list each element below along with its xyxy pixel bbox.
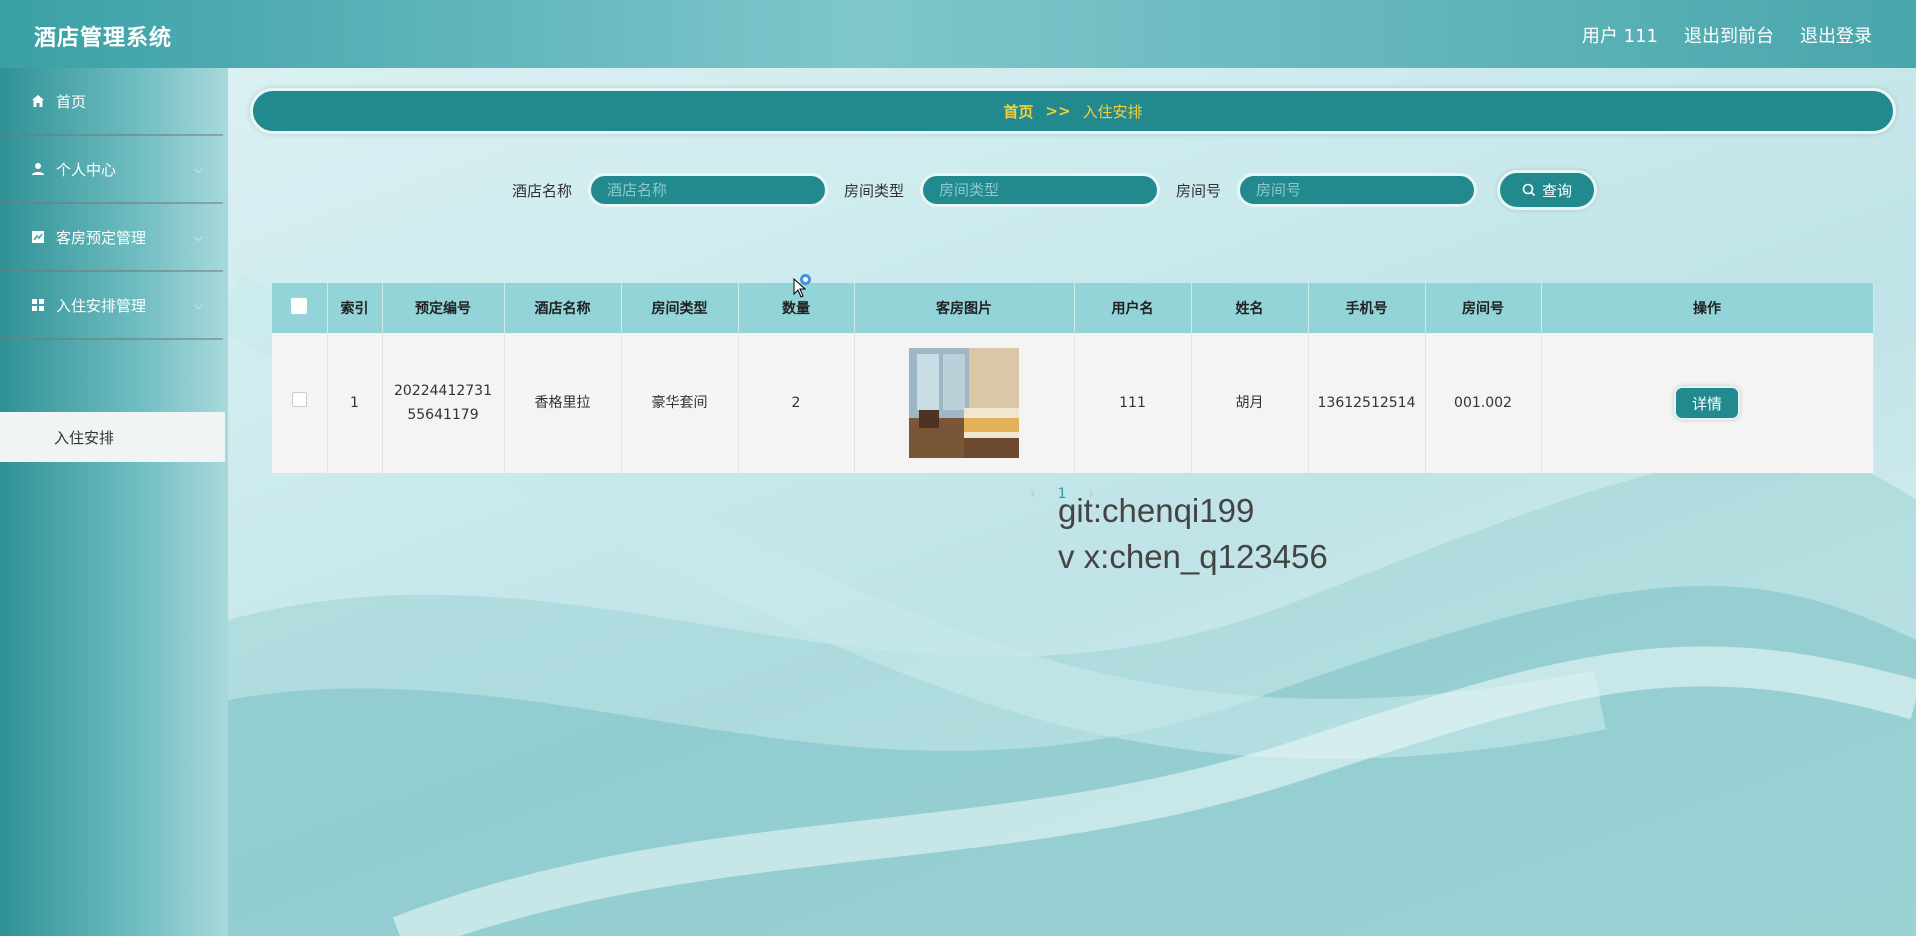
- action-cell: 详情: [1541, 333, 1874, 473]
- room-number-input[interactable]: [1237, 173, 1478, 207]
- phone-cell: 13612512514: [1308, 333, 1426, 473]
- search-icon: [1522, 183, 1536, 197]
- breadcrumb-current: 入住安排: [1082, 102, 1143, 121]
- select-all-checkbox[interactable]: [291, 298, 308, 314]
- search-form: 酒店名称 房间类型 房间号 查询: [512, 170, 1598, 210]
- sidebar-item-label: 首页: [56, 92, 87, 111]
- select-all-cell: [272, 283, 328, 333]
- room-image-cell: [854, 333, 1075, 473]
- sidebar-item-personal-center[interactable]: 个人中心 ⌵: [0, 136, 223, 204]
- detail-button[interactable]: 详情: [1674, 386, 1740, 420]
- back-to-front-link[interactable]: 退出到前台: [1684, 22, 1774, 48]
- room-type-cell: 豪华套间: [621, 333, 739, 473]
- mouse-cursor-icon: [793, 278, 807, 298]
- hotel-name-input[interactable]: [588, 173, 829, 207]
- search-button[interactable]: 查询: [1497, 170, 1598, 210]
- column-header: 索引: [327, 283, 383, 333]
- home-icon: [30, 93, 46, 109]
- watermark-text: git:chenqi199 v x:chen_q123456: [1058, 488, 1328, 580]
- row-checkbox[interactable]: [291, 392, 307, 407]
- column-header: 房间类型: [621, 283, 739, 333]
- column-header: 用户名: [1074, 283, 1192, 333]
- breadcrumb-separator: >>: [1045, 102, 1071, 120]
- breadcrumb: 首页 >> 入住安排: [250, 88, 1896, 134]
- index-cell: 1: [327, 333, 383, 473]
- hotel-name-cell: 香格里拉: [504, 333, 622, 473]
- current-user-label[interactable]: 用户 111: [1582, 22, 1658, 48]
- search-button-label: 查询: [1542, 181, 1573, 200]
- room-number-label: 房间号: [1176, 181, 1222, 200]
- chevron-down-icon: ⌵: [193, 162, 203, 176]
- sidebar-item-home[interactable]: 首页: [0, 68, 223, 136]
- column-header: 酒店名称: [504, 283, 622, 333]
- chevron-down-icon: ⌵: [193, 230, 203, 244]
- grid-icon: [30, 297, 46, 313]
- column-header: 预定编号: [382, 283, 505, 333]
- breadcrumb-home[interactable]: 首页: [1003, 101, 1033, 122]
- column-header: 姓名: [1191, 283, 1309, 333]
- sidebar-item-label: 客房预定管理: [56, 228, 147, 247]
- checkin-table: 索引 预定编号 酒店名称 房间类型 数量 客房图片 用户名 姓名 手机号 房间号…: [272, 283, 1874, 473]
- table-header-row: 索引 预定编号 酒店名称 房间类型 数量 客房图片 用户名 姓名 手机号 房间号…: [272, 283, 1874, 333]
- column-header: 客房图片: [854, 283, 1075, 333]
- watermark-line: v x:chen_q123456: [1058, 538, 1328, 575]
- column-header: 操作: [1541, 283, 1874, 333]
- sidebar-item-checkin-management[interactable]: 入住安排管理 ⌵: [0, 272, 223, 340]
- column-header: 手机号: [1308, 283, 1426, 333]
- chevron-down-icon: ⌵: [193, 298, 203, 312]
- sidebar-item-label: 个人中心: [56, 160, 117, 179]
- logout-link[interactable]: 退出登录: [1800, 22, 1872, 48]
- room-type-label: 房间类型: [844, 181, 905, 200]
- table-row: 1 2022441273155641179 香格里拉 豪华套间 2 111 胡月…: [272, 333, 1874, 473]
- hotel-name-label: 酒店名称: [512, 181, 573, 200]
- quantity-cell: 2: [738, 333, 855, 473]
- chart-icon: [30, 229, 46, 245]
- sidebar: 首页 个人中心 ⌵ 客房预定管理 ⌵ 入住安排管理 ⌵ 入住安排: [0, 68, 228, 936]
- room-number-cell: 001.002: [1425, 333, 1542, 473]
- column-header: 房间号: [1425, 283, 1542, 333]
- username-cell: 111: [1074, 333, 1192, 473]
- sidebar-item-room-booking[interactable]: 客房预定管理 ⌵: [0, 204, 223, 272]
- row-select-cell: [272, 333, 328, 473]
- room-type-input[interactable]: [920, 173, 1161, 207]
- watermark-line: git:chenqi199: [1058, 492, 1255, 529]
- header-links: 用户 111 退出到前台 退出登录: [1582, 22, 1872, 48]
- sidebar-item-label: 入住安排管理: [56, 296, 147, 315]
- sidebar-subitem-checkin[interactable]: 入住安排: [0, 412, 225, 462]
- user-icon: [30, 161, 46, 177]
- name-cell: 胡月: [1191, 333, 1309, 473]
- order-number-cell: 2022441273155641179: [382, 333, 505, 473]
- top-header: 酒店管理系统 用户 111 退出到前台 退出登录: [0, 0, 1916, 68]
- room-photo[interactable]: [909, 348, 1019, 458]
- prev-page-button[interactable]: ‹: [1030, 486, 1036, 502]
- app-title: 酒店管理系统: [34, 26, 173, 51]
